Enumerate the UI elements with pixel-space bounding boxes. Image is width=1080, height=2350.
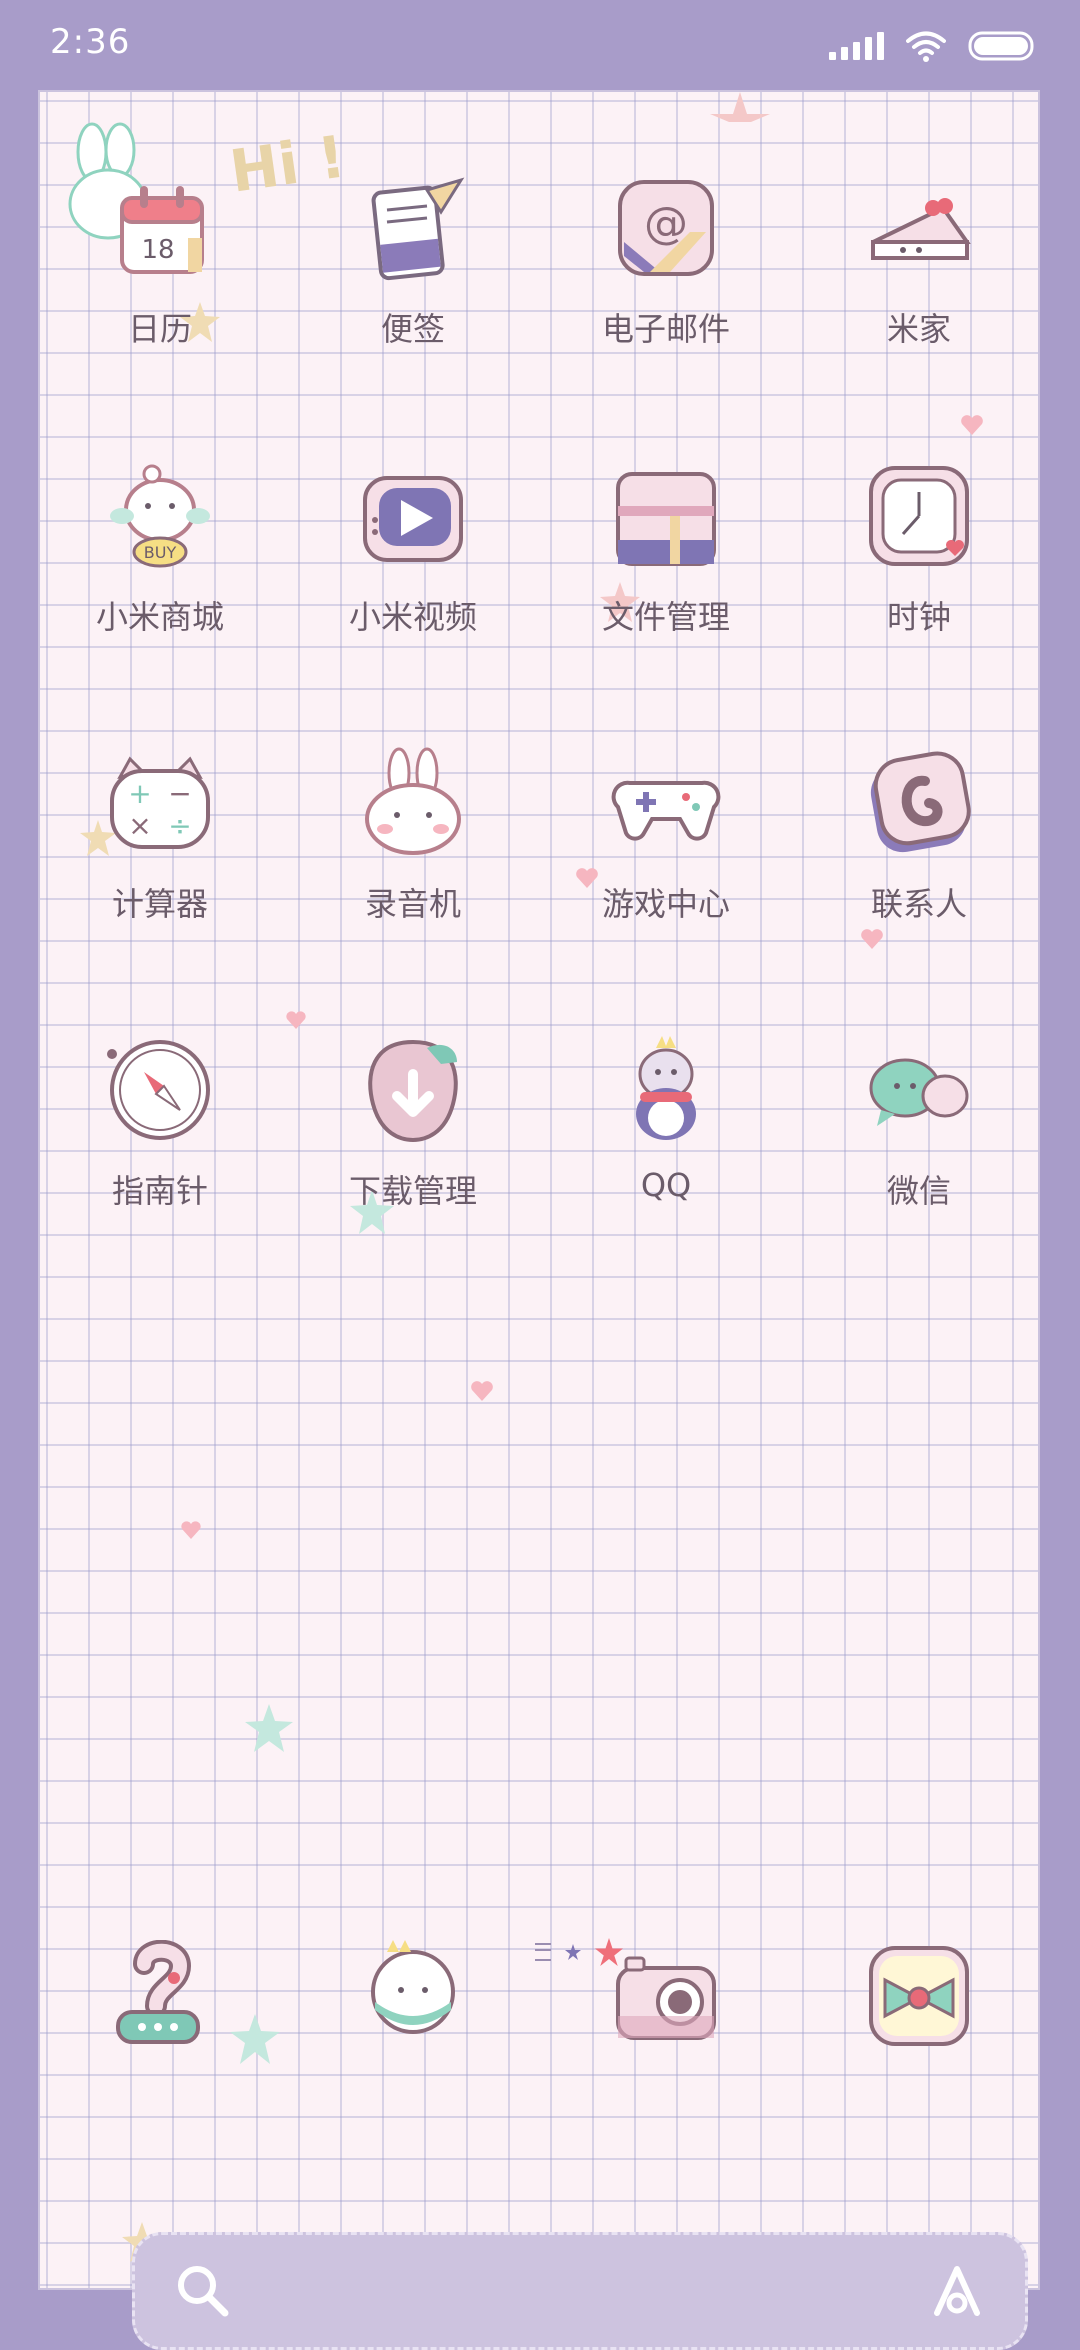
dock-phone[interactable]	[60, 1940, 260, 2150]
heart-decoration-icon	[961, 415, 983, 435]
app-recorder[interactable]: 录音机	[313, 747, 513, 957]
app-qq[interactable]: QQ	[566, 1034, 766, 1244]
email-icon: @	[618, 180, 714, 276]
calculator-icon: + − × ÷	[110, 756, 210, 849]
svg-text:@: @	[644, 198, 688, 249]
status-time: 2:36	[50, 22, 131, 62]
phone-icon	[116, 1940, 200, 2044]
folder-icon	[616, 472, 716, 566]
bunny-recorder-icon	[365, 747, 461, 855]
app-mijia[interactable]: 米家	[819, 172, 1019, 382]
app-email[interactable]: @ 电子邮件	[566, 172, 766, 382]
svg-text:÷: ÷	[168, 809, 191, 842]
compass-icon	[107, 1040, 210, 1140]
app-label: QQ	[640, 1166, 692, 1204]
heart-decoration-icon	[286, 1011, 306, 1029]
camera-icon	[616, 1956, 716, 2040]
star-decoration-icon	[710, 92, 770, 122]
app-game-center[interactable]: 游戏中心	[566, 747, 766, 957]
app-label: 电子邮件	[601, 310, 730, 348]
status-bar: 2:36	[0, 0, 1080, 96]
cake-icon	[871, 198, 971, 260]
app-label: 指南针	[111, 1172, 208, 1210]
dock-messages[interactable]	[313, 1940, 513, 2150]
page-indicator-menu-icon	[535, 1943, 551, 1961]
search-icon	[178, 2266, 229, 2317]
app-file-manager[interactable]: 文件管理	[566, 460, 766, 670]
cellular-signal-icon	[829, 32, 884, 60]
app-wechat[interactable]: 微信	[819, 1034, 1019, 1244]
browser-icon	[869, 1946, 969, 2046]
app-label: 下载管理	[348, 1172, 477, 1210]
app-notes[interactable]: 便签	[313, 172, 513, 382]
app-label: 联系人	[870, 885, 967, 923]
svg-text:BUY: BUY	[144, 543, 177, 562]
app-calculator[interactable]: + − × ÷ 计算器	[60, 747, 260, 957]
app-label: 小米视频	[348, 598, 477, 636]
download-icon	[368, 1039, 458, 1143]
app-mi-store[interactable]: BUY 小米商城	[60, 460, 260, 670]
app-label: 计算器	[111, 885, 208, 923]
dock-camera[interactable]	[566, 1940, 766, 2150]
svg-text:×: ×	[128, 809, 151, 842]
app-label: 游戏中心	[601, 885, 730, 923]
heart-decoration-icon	[181, 1521, 201, 1539]
app-clock[interactable]: 时钟	[819, 460, 1019, 670]
app-label: 小米商城	[95, 598, 224, 636]
home-screen: Hi ! 18 日历 便签 @ 电子邮件 米家 BUY 小米商城 小米视频 文件…	[40, 92, 1038, 2350]
app-compass[interactable]: 指南针	[60, 1034, 260, 1244]
svg-text:18: 18	[141, 235, 174, 265]
dock-browser[interactable]	[819, 1940, 1019, 2150]
search-bar[interactable]	[132, 2232, 1028, 2350]
battery-icon	[968, 31, 1034, 61]
messages-icon	[371, 1940, 455, 2034]
app-download-manager[interactable]: 下载管理	[313, 1034, 513, 1244]
chat-bubbles-icon	[869, 1058, 969, 1126]
svg-text:+: +	[128, 777, 151, 810]
app-calendar[interactable]: 18 日历	[60, 172, 260, 382]
app-label: 时钟	[886, 598, 951, 636]
calendar-icon: 18	[120, 186, 204, 274]
app-label: 便签	[380, 310, 445, 348]
app-label: 微信	[886, 1172, 951, 1210]
svg-text:−: −	[168, 777, 191, 810]
notes-icon	[371, 177, 465, 281]
clock-icon	[869, 466, 969, 566]
video-icon	[363, 476, 463, 562]
app-label: 米家	[886, 310, 951, 348]
app-mi-video[interactable]: 小米视频	[313, 460, 513, 670]
contacts-icon	[870, 751, 971, 853]
app-contacts[interactable]: 联系人	[819, 747, 1019, 957]
star-decoration-icon	[245, 1704, 293, 1752]
app-label: 文件管理	[601, 598, 730, 636]
shop-chick-icon: BUY	[110, 464, 210, 568]
heart-decoration-icon	[471, 1381, 493, 1401]
app-label: 日历	[127, 310, 192, 348]
gamepad-icon	[611, 780, 721, 841]
assistant-icon[interactable]	[927, 2259, 991, 2323]
penguin-icon	[636, 1036, 696, 1140]
wifi-icon	[906, 30, 946, 62]
app-label: 录音机	[364, 885, 461, 923]
